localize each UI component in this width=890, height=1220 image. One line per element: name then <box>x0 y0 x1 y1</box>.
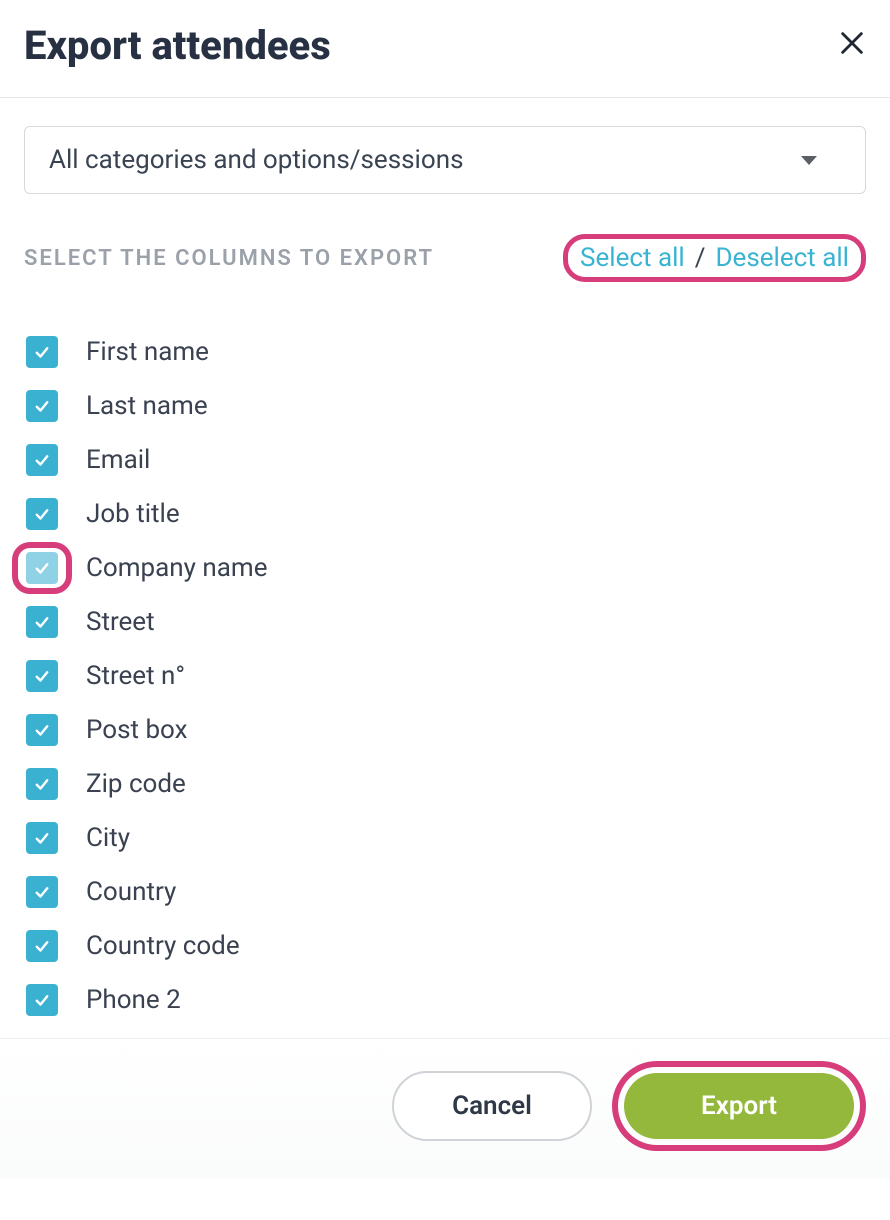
column-row: Post box <box>26 714 866 746</box>
columns-section-title: SELECT THE COLUMNS TO EXPORT <box>24 246 434 271</box>
page-title: Export attendees <box>24 22 331 69</box>
column-checkbox[interactable] <box>26 984 58 1016</box>
dialog-header: Export attendees <box>0 0 890 98</box>
cancel-button[interactable]: Cancel <box>392 1071 592 1141</box>
column-label: Company name <box>86 553 268 583</box>
column-checkbox-wrap <box>26 822 58 854</box>
column-checkbox[interactable] <box>26 444 58 476</box>
column-checkbox[interactable] <box>26 876 58 908</box>
column-label: City <box>86 823 130 853</box>
check-icon <box>33 829 51 847</box>
column-label: Street <box>86 607 155 637</box>
check-icon <box>33 397 51 415</box>
column-row: Last name <box>26 390 866 422</box>
column-checkbox-wrap <box>26 768 58 800</box>
column-checkbox-wrap <box>26 660 58 692</box>
column-label: Zip code <box>86 769 186 799</box>
column-checkbox-wrap <box>26 444 58 476</box>
column-label: Job title <box>86 499 180 529</box>
category-filter-select[interactable]: All categories and options/sessions <box>24 126 866 194</box>
column-checkbox[interactable] <box>26 822 58 854</box>
column-row: Phone 2 <box>26 984 866 1016</box>
export-button-highlight: Export <box>612 1061 866 1151</box>
check-icon <box>33 559 51 577</box>
column-checkbox[interactable] <box>26 552 58 584</box>
check-icon <box>33 451 51 469</box>
dialog-content: All categories and options/sessions SELE… <box>0 98 890 1016</box>
check-icon <box>33 343 51 361</box>
column-row: Country <box>26 876 866 908</box>
column-label: Country code <box>86 931 240 961</box>
column-checkbox[interactable] <box>26 336 58 368</box>
column-checkbox[interactable] <box>26 930 58 962</box>
select-all-link[interactable]: Select all <box>580 243 685 273</box>
column-checkbox[interactable] <box>26 768 58 800</box>
column-row: Zip code <box>26 768 866 800</box>
chevron-down-icon <box>801 156 817 165</box>
select-actions-separator: / <box>695 243 706 273</box>
column-row: Street <box>26 606 866 638</box>
select-actions-highlight: Select all / Deselect all <box>563 234 866 282</box>
column-checkbox-highlight <box>26 552 58 584</box>
columns-list: First name Last name Email Job title Company… <box>24 336 866 1016</box>
column-checkbox-wrap <box>26 714 58 746</box>
column-checkbox[interactable] <box>26 498 58 530</box>
column-row: Country code <box>26 930 866 962</box>
column-checkbox-wrap <box>26 984 58 1016</box>
column-label: Last name <box>86 391 208 421</box>
check-icon <box>33 505 51 523</box>
column-checkbox-wrap <box>26 390 58 422</box>
deselect-all-link[interactable]: Deselect all <box>715 243 849 273</box>
check-icon <box>33 721 51 739</box>
column-checkbox[interactable] <box>26 660 58 692</box>
check-icon <box>33 883 51 901</box>
column-row: Job title <box>26 498 866 530</box>
category-filter-selected: All categories and options/sessions <box>49 145 464 175</box>
column-label: Email <box>86 445 150 475</box>
check-icon <box>33 613 51 631</box>
check-icon <box>33 991 51 1009</box>
columns-section-head: SELECT THE COLUMNS TO EXPORT Select all … <box>24 234 866 282</box>
column-label: Country <box>86 877 176 907</box>
dialog-footer: Cancel Export <box>0 1038 890 1179</box>
check-icon <box>33 775 51 793</box>
column-row: City <box>26 822 866 854</box>
column-checkbox-wrap <box>26 876 58 908</box>
column-checkbox-wrap <box>26 336 58 368</box>
column-checkbox[interactable] <box>26 390 58 422</box>
export-button[interactable]: Export <box>624 1073 854 1139</box>
column-row: Company name <box>26 552 866 584</box>
column-row: Street n° <box>26 660 866 692</box>
column-label: Post box <box>86 715 188 745</box>
check-icon <box>33 937 51 955</box>
column-label: Phone 2 <box>86 985 181 1015</box>
check-icon <box>33 667 51 685</box>
column-checkbox-wrap <box>26 930 58 962</box>
column-checkbox[interactable] <box>26 606 58 638</box>
column-row: First name <box>26 336 866 368</box>
column-label: First name <box>86 337 209 367</box>
close-icon[interactable] <box>838 29 866 63</box>
column-label: Street n° <box>86 661 185 691</box>
column-checkbox-wrap <box>26 606 58 638</box>
category-filter-wrap: All categories and options/sessions <box>24 126 866 194</box>
column-checkbox[interactable] <box>26 714 58 746</box>
column-checkbox-wrap <box>26 498 58 530</box>
column-row: Email <box>26 444 866 476</box>
